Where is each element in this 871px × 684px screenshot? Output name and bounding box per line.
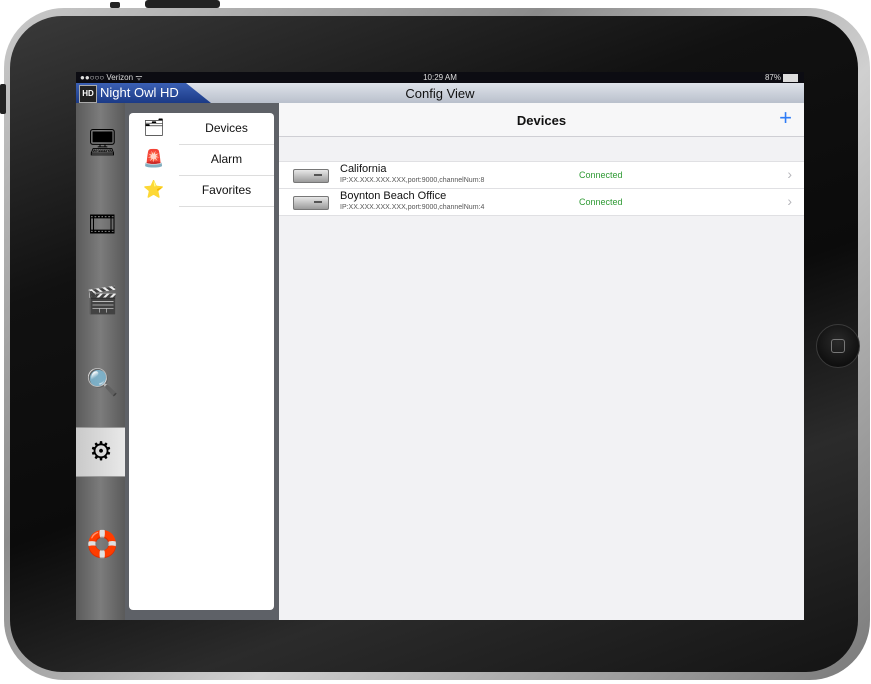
home-square-icon <box>831 339 845 353</box>
monitor-camera-icon: 🖥 <box>86 127 120 157</box>
dvr-icon <box>293 196 329 210</box>
status-bar: ●●○○○ Verizon ᯤ 10:29 AM 87% <box>76 72 804 83</box>
add-device-button[interactable]: + <box>779 106 792 130</box>
ipad-side-button <box>0 84 6 114</box>
rail-item-live-view[interactable]: 🖥 <box>76 119 125 167</box>
menu-item-alarm[interactable]: 🚨 Alarm <box>129 144 274 176</box>
clapperboard-icon: 🎬 <box>86 285 119 315</box>
menu-item-devices[interactable]: 🗂 Devices <box>129 113 274 145</box>
dvr-folder-icon: 🗂 <box>143 118 165 137</box>
device-row[interactable]: California IP:XX.XXX.XXX.XXX,port:9000,c… <box>279 161 804 189</box>
rail-item-recordings[interactable]: 🎬 <box>76 277 125 325</box>
ipad-top-buttons <box>110 0 230 10</box>
device-row[interactable]: Boynton Beach Office IP:XX.XXX.XXX.XXX,p… <box>279 189 804 216</box>
gear-icon: ⚙ <box>89 436 113 466</box>
config-menu-list: 🗂 Devices 🚨 Alarm ⭐ Favorites <box>129 113 274 610</box>
chevron-right-icon: › <box>787 166 792 182</box>
menu-item-label: Favorites <box>179 183 274 207</box>
menu-item-favorites[interactable]: ⭐ Favorites <box>129 175 274 207</box>
home-button[interactable] <box>816 324 860 368</box>
screen: ●●○○○ Verizon ᯤ 10:29 AM 87% HD Night Ow… <box>76 72 804 620</box>
rail-item-help[interactable]: 🛟 <box>76 521 125 569</box>
rail-item-playback[interactable]: 🎞 <box>76 201 125 249</box>
battery-icon <box>783 73 798 82</box>
app-header: HD Night Owl HD Config View <box>76 83 804 104</box>
icon-rail: 🖥 🎞 🎬 🔍 ⚙ 🛟 <box>76 103 125 620</box>
device-name: Boynton Beach Office <box>340 190 447 202</box>
clock: 10:29 AM <box>423 73 457 82</box>
rail-item-search[interactable]: 🔍 <box>76 359 125 407</box>
device-info: IP:XX.XXX.XXX.XXX,port:9000,channelNum:4 <box>340 204 485 211</box>
battery-percent: 87% <box>764 73 781 82</box>
devices-view: Devices + California IP:XX.XXX.XXX.XXX,p… <box>279 103 804 620</box>
device-list: California IP:XX.XXX.XXX.XXX,port:9000,c… <box>279 161 804 216</box>
nav-bar: Devices + <box>279 103 804 137</box>
status-badge: Connected <box>579 197 623 207</box>
menu-item-label: Devices <box>179 121 274 145</box>
star-icon: ⭐ <box>143 180 165 199</box>
device-info: IP:XX.XXX.XXX.XXX,port:9000,channelNum:8 <box>340 177 485 184</box>
device-name: California <box>340 163 387 175</box>
chevron-right-icon: › <box>787 193 792 209</box>
search-monitor-icon: 🔍 <box>86 367 119 397</box>
lifebuoy-icon: 🛟 <box>86 529 119 559</box>
rail-item-config[interactable]: ⚙ <box>76 427 125 477</box>
dvr-icon <box>293 169 329 183</box>
battery-indicator: 87% <box>765 72 798 83</box>
status-badge: Connected <box>579 170 623 180</box>
page-title: Devices <box>516 113 567 128</box>
menu-item-label: Alarm <box>179 152 274 176</box>
window-title: Config View <box>405 86 475 101</box>
siren-icon: 🚨 <box>143 149 165 168</box>
film-reel-icon: 🎞 <box>86 209 120 239</box>
